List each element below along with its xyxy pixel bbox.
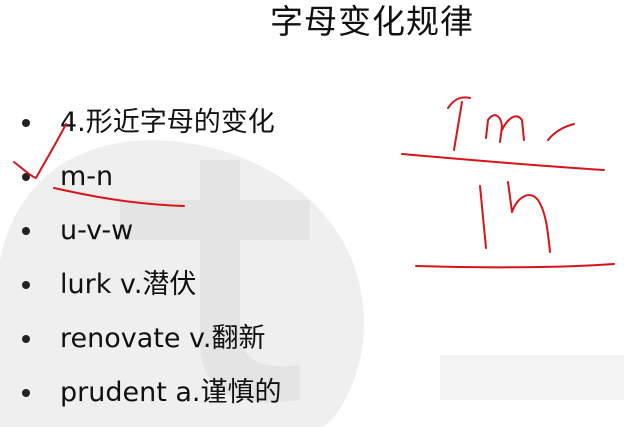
slide: 字母变化规律 4.形近字母的变化 m-n u-v-w lurk v.潜伏 ren… xyxy=(0,0,624,427)
bullet-text: m-n xyxy=(60,161,114,192)
bullet-text: lurk v.潜伏 xyxy=(60,269,197,300)
bullet-list: 4.形近字母的变化 m-n u-v-w lurk v.潜伏 renovate v… xyxy=(22,96,282,420)
glyph-m-stroke xyxy=(547,123,575,141)
bullet-text: prudent a.谨慎的 xyxy=(60,377,282,408)
bullet-item: renovate v.翻新 xyxy=(22,312,282,366)
bullet-dot-icon xyxy=(22,389,30,397)
baseline-stroke xyxy=(415,263,615,269)
bullet-item: 4.形近字母的变化 xyxy=(22,96,282,150)
bullet-dot-icon xyxy=(22,335,30,343)
watermark-band xyxy=(440,355,624,400)
slide-title: 字母变化规律 xyxy=(270,2,474,41)
bullet-dot-icon xyxy=(22,119,30,127)
glyph-n-stroke xyxy=(507,181,551,253)
bullet-item: lurk v.潜伏 xyxy=(22,258,282,312)
glyph-m-stroke xyxy=(447,96,471,109)
baseline-stroke xyxy=(401,153,605,171)
bullet-dot-icon xyxy=(22,173,30,181)
glyph-m-stroke xyxy=(485,114,503,143)
glyph-m-stroke xyxy=(501,115,525,141)
bullet-dot-icon xyxy=(22,227,30,235)
bullet-text: 4.形近字母的变化 xyxy=(60,107,275,138)
glyph-n-stroke xyxy=(479,185,487,249)
bullet-text: renovate v.翻新 xyxy=(60,323,266,354)
bullet-item: prudent a.谨慎的 xyxy=(22,366,282,420)
bullet-text: u-v-w xyxy=(60,215,134,246)
bullet-dot-icon xyxy=(22,281,30,289)
bullet-item: m-n xyxy=(22,150,282,204)
bullet-item: u-v-w xyxy=(22,204,282,258)
glyph-m-stroke xyxy=(453,101,463,151)
